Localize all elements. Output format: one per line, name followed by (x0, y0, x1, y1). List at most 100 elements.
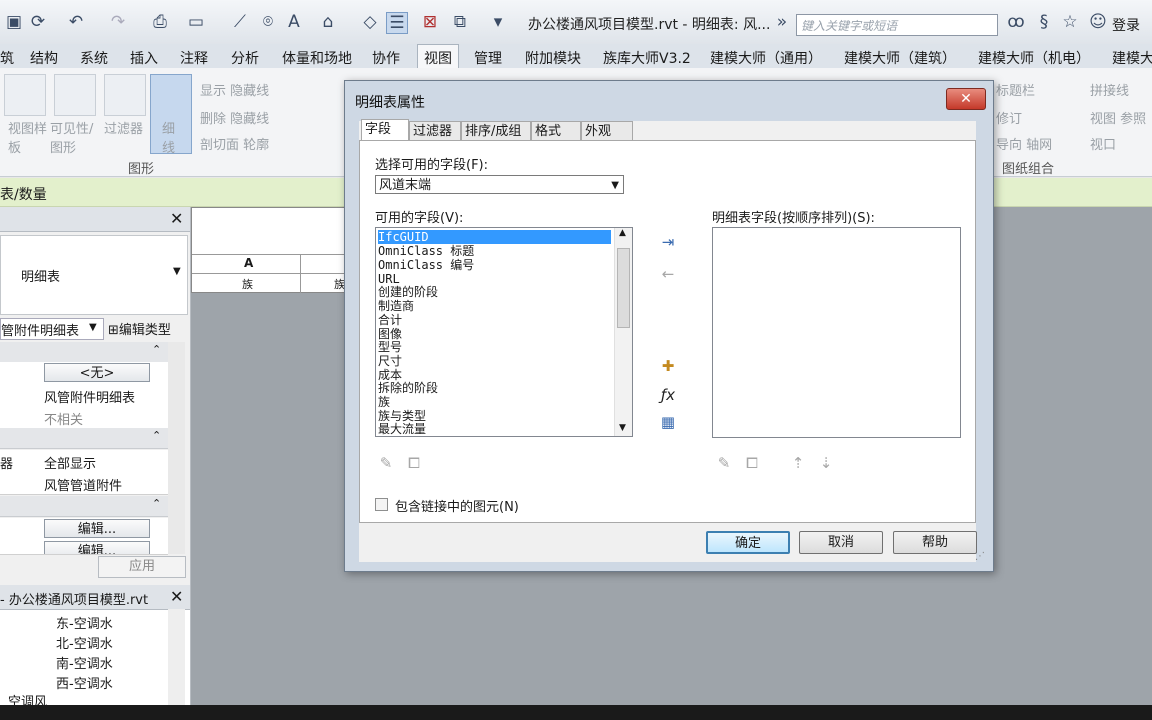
resize-grip-icon[interactable]: ⋰ (975, 551, 985, 562)
view-template-value-button[interactable]: <无> (44, 363, 150, 382)
list-item[interactable]: 族 (378, 395, 611, 409)
tab-systems[interactable]: 系统 (80, 48, 108, 68)
view-template-button[interactable]: 视图样板 (8, 118, 48, 156)
tab-modeling-more[interactable]: 建模大师 (1112, 48, 1152, 68)
title-block-button[interactable]: 标题栏 (996, 80, 1035, 99)
tab-modeling-architecture[interactable]: 建模大师（建筑） (844, 48, 956, 68)
collapse-icon[interactable]: ⌃ (152, 343, 161, 356)
remove-hidden-lines-button[interactable]: 删除 隐藏线 (200, 108, 269, 127)
tab-view[interactable]: 视图 (417, 44, 459, 68)
tree-item[interactable]: 北-空调水 (56, 633, 113, 652)
save-icon[interactable]: ▣ (4, 12, 24, 32)
dialog-close-button[interactable]: ✕ (946, 88, 986, 110)
list-item[interactable]: 图像 (378, 327, 611, 341)
close-icon[interactable]: ✕ (170, 209, 183, 228)
redo-icon[interactable]: ↷ (108, 12, 128, 32)
tab-insert[interactable]: 插入 (130, 48, 158, 68)
move-down-icon[interactable]: ⇣ (816, 454, 836, 472)
add-field-icon[interactable]: ⇥ (658, 233, 678, 251)
add-parameter-icon[interactable]: ✚ (658, 357, 678, 375)
3d-view-icon[interactable]: ⌂ (318, 12, 338, 32)
tab-manage[interactable]: 管理 (474, 48, 502, 68)
phase-filter-value[interactable]: 全部显示 (44, 453, 96, 472)
include-links-checkbox[interactable] (375, 498, 388, 511)
collapse-icon[interactable]: ⌃ (152, 429, 161, 442)
scrollbar-thumb[interactable] (617, 248, 630, 328)
phase-value[interactable]: 风管管道附件 (44, 475, 122, 494)
available-fields-list[interactable]: IfcGUID OmniClass 标题 OmniClass 编号 URL 创建… (375, 227, 633, 437)
list-item[interactable]: 拆除的阶段 (378, 381, 611, 395)
list-item[interactable]: 制造商 (378, 299, 611, 313)
properties-scrollbar[interactable] (168, 342, 185, 554)
instance-filter-dropdown[interactable]: 管附件明细表 ▼ (0, 318, 104, 340)
tab-addins[interactable]: 附加模块 (525, 48, 581, 68)
help-button[interactable]: 帮助 (893, 531, 977, 554)
column-header[interactable]: A (244, 256, 253, 270)
login-button[interactable]: 登录 (1112, 15, 1140, 35)
edit-parameter-icon[interactable]: ✎ (376, 454, 396, 472)
tab-family-library[interactable]: 族库大师V3.2 (603, 48, 691, 68)
tab-massing[interactable]: 体量和场地 (282, 48, 352, 68)
tree-item[interactable]: 西-空调水 (56, 673, 113, 692)
list-item[interactable]: URL (378, 272, 611, 286)
tree-item[interactable]: 南-空调水 (56, 653, 113, 672)
edit-field-icon[interactable]: ✎ (714, 454, 734, 472)
combine-parameters-icon[interactable]: ▦ (658, 413, 678, 431)
thin-lines-button[interactable]: 细线 (162, 118, 176, 156)
list-item[interactable]: OmniClass 编号 (378, 258, 611, 272)
search-input[interactable]: 键入关键字或短语 (796, 14, 998, 36)
ok-button[interactable]: 确定 (706, 531, 790, 554)
switch-window-icon[interactable]: ⧉ (450, 12, 470, 32)
text-icon[interactable]: A (284, 12, 304, 32)
tab-filter[interactable]: 过滤器 (409, 121, 461, 140)
tab-modeling-general[interactable]: 建模大师（通用） (710, 48, 822, 68)
chevron-down-icon[interactable]: ▼ (173, 266, 181, 277)
subscription-icon[interactable]: § (1034, 12, 1054, 32)
show-hidden-lines-button[interactable]: 显示 隐藏线 (200, 80, 269, 99)
list-item[interactable]: 最大流量 (378, 422, 611, 436)
tag-icon[interactable]: ⌾ (258, 12, 278, 32)
edit-filter-button[interactable]: 编辑... (44, 541, 150, 554)
cell[interactable]: 族 (242, 276, 253, 292)
view-template-icon[interactable] (4, 74, 46, 116)
list-item[interactable]: OmniClass 标题 (378, 244, 611, 258)
collapse-icon[interactable]: ⌃ (152, 497, 161, 510)
property-section-header[interactable]: ⌃ (0, 342, 168, 363)
type-selector-preview[interactable]: 明细表 ▼ (0, 235, 188, 315)
tree-item[interactable]: 东-空调水 (56, 613, 113, 632)
remove-field-icon[interactable]: ← (658, 265, 678, 283)
cancel-button[interactable]: 取消 (799, 531, 883, 554)
print-icon[interactable]: ⎙ (150, 12, 170, 32)
calculated-value-icon[interactable]: ƒx (658, 386, 678, 404)
tab-formatting[interactable]: 格式 (531, 121, 581, 140)
tab-fields[interactable]: 字段 (361, 119, 409, 140)
guide-grid-button[interactable]: 导向 轴网 (996, 134, 1052, 153)
measure-icon[interactable]: ▭ (186, 12, 206, 32)
binoculars-icon[interactable]: ꝏ (1006, 12, 1026, 32)
tab-analyze[interactable]: 分析 (231, 48, 259, 68)
star-icon[interactable]: ☆ (1060, 12, 1080, 32)
undo-icon[interactable]: ↶ (66, 12, 86, 32)
visibility-graphics-icon[interactable] (54, 74, 96, 116)
scroll-down-icon[interactable]: ▼ (619, 423, 626, 433)
list-item[interactable]: 型号 (378, 340, 611, 354)
section-icon[interactable]: ◇ (360, 12, 380, 32)
available-fields-scrollbar[interactable]: ▲ ▼ (614, 228, 632, 436)
list-item[interactable]: 创建的阶段 (378, 285, 611, 299)
filters-icon[interactable] (104, 74, 146, 116)
tab-annotate[interactable]: 注释 (180, 48, 208, 68)
qat-dropdown-icon[interactable]: ▾ (488, 12, 508, 32)
revisions-button[interactable]: 修订 (996, 108, 1022, 127)
browser-scrollbar[interactable] (168, 609, 185, 705)
list-item[interactable]: 尺寸 (378, 354, 611, 368)
sync-icon[interactable]: ⟳ (28, 12, 48, 32)
view-reference-button[interactable]: 视图 参照 (1090, 108, 1146, 127)
list-item[interactable]: 族与类型 (378, 409, 611, 423)
property-section-header[interactable]: ⌃ (0, 428, 168, 449)
thin-lines-icon[interactable]: ☰ (386, 12, 408, 34)
schedule-fields-list[interactable] (712, 227, 961, 438)
chevron-right-icon[interactable]: » (772, 12, 792, 32)
view-name-value[interactable]: 风管附件明细表 (44, 387, 135, 406)
visibility-graphics-button[interactable]: 可见性/图形 (50, 118, 98, 156)
delete-field-icon[interactable]: ⧠ (742, 454, 762, 472)
